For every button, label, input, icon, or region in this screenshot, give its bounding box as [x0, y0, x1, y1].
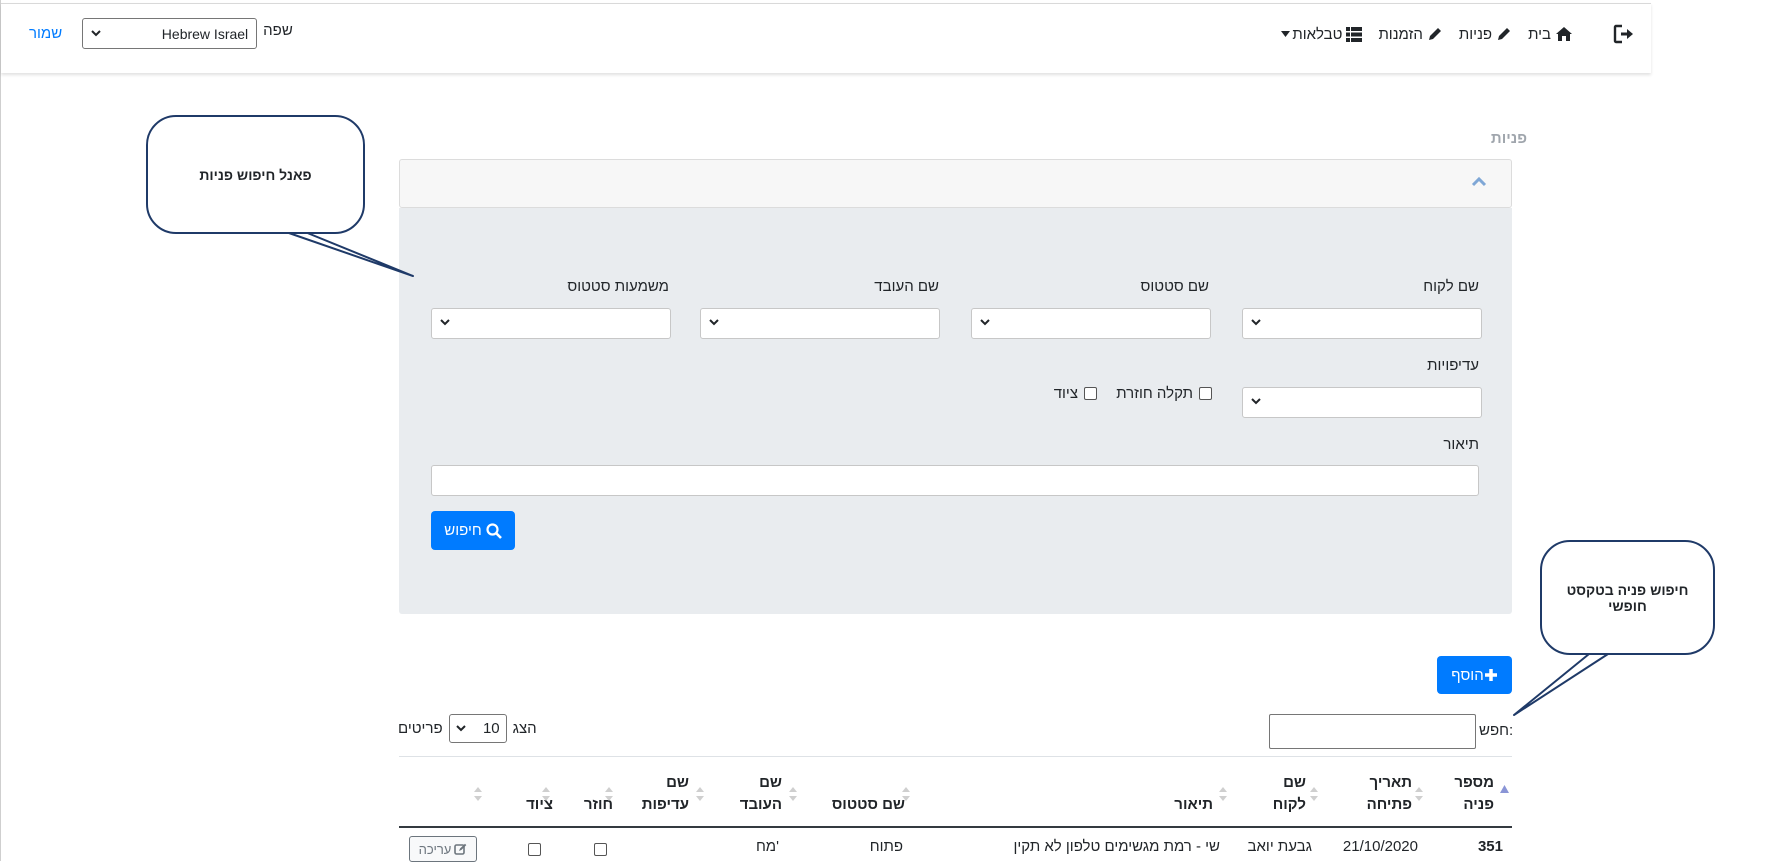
callout-pointer-panel: [285, 231, 414, 277]
callout-search-panel: פאנל חיפוש פניות: [146, 115, 365, 234]
callout-free-search-line2: חופשי: [1608, 597, 1647, 614]
callout-search-panel-text: פאנל חיפוש פניות: [199, 166, 312, 183]
callout-free-search: חיפוש פניה בטקסט חופשי: [1540, 540, 1715, 655]
callout-free-search-line1: חיפוש פניה בטקסט: [1566, 581, 1689, 598]
callout-pointer-search: [1513, 653, 1609, 716]
